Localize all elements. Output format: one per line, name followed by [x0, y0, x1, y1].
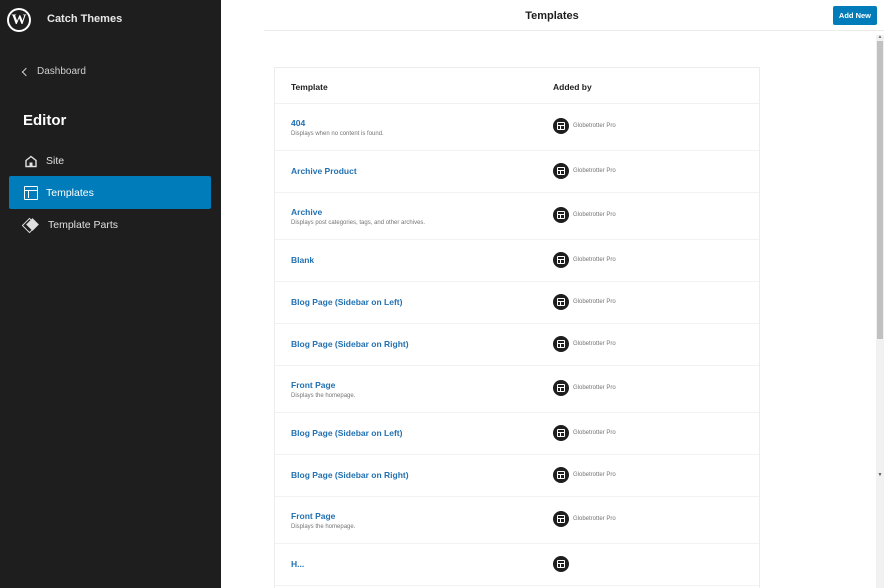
theme-avatar-icon: [553, 336, 569, 352]
theme-avatar-icon: [553, 294, 569, 310]
theme-avatar-icon: [553, 207, 569, 223]
wordpress-logo-icon[interactable]: W: [7, 8, 31, 32]
template-description: Displays when no content is found.: [291, 131, 384, 137]
template-name-link[interactable]: Archive: [291, 207, 322, 217]
home-icon: [25, 155, 37, 167]
table-row: Front Page Displays the homepage. Globetro…: [275, 497, 759, 544]
template-description: Displays post categories, tags, and othe…: [291, 220, 426, 226]
added-by: Globetrotter Pro: [553, 467, 616, 483]
template-name-link[interactable]: Archive Product: [291, 166, 357, 176]
table-row: Blog Page (Sidebar on Right) Globetrotter…: [275, 324, 759, 366]
template-name-link[interactable]: H...: [291, 559, 304, 569]
add-new-button[interactable]: Add New: [832, 6, 877, 25]
author-name: Globetrotter Pro: [573, 299, 616, 305]
site-header: W Catch Themes: [0, 0, 221, 40]
table-row: 404 Displays when no content is found. Glo…: [275, 104, 759, 151]
templates-table: Template Added by 404 Displays when no co…: [274, 67, 760, 588]
author-name: Globetrotter Pro: [573, 212, 616, 218]
theme-avatar-icon: [553, 467, 569, 483]
sidebar-item-templates[interactable]: Templates: [9, 176, 211, 209]
template-name-link[interactable]: 404: [291, 118, 305, 128]
added-by: Globetrotter Pro: [553, 252, 616, 268]
table-row: Front Page Displays the homepage. Globetro…: [275, 366, 759, 413]
theme-avatar-icon: [553, 556, 569, 572]
sidebar-item-label: Site: [46, 154, 65, 167]
added-by: Globetrotter Pro: [553, 163, 616, 179]
author-name: Globetrotter Pro: [573, 472, 616, 478]
scroll-down-arrow-icon[interactable]: ▼: [877, 473, 883, 478]
table-row: Blog Page (Sidebar on Left) Globetrotter …: [275, 282, 759, 324]
table-row: H...: [275, 544, 759, 586]
theme-avatar-icon: [553, 511, 569, 527]
table-body: 404 Displays when no content is found. Glo…: [275, 104, 759, 586]
page-header: Templates: [264, 0, 884, 31]
theme-avatar-icon: [553, 425, 569, 441]
column-header-template: Template: [291, 82, 328, 92]
vertical-scrollbar[interactable]: ▲ ▼: [876, 35, 884, 588]
dashboard-back-link[interactable]: Dashboard: [20, 66, 86, 77]
author-name: Globetrotter Pro: [573, 257, 616, 263]
editor-heading: Editor: [23, 112, 67, 129]
author-name: Globetrotter Pro: [573, 123, 616, 129]
theme-avatar-icon: [553, 118, 569, 134]
template-description: Displays the homepage.: [291, 393, 356, 399]
symbol-filled-icon: [24, 218, 40, 232]
author-name: Globetrotter Pro: [573, 516, 616, 522]
table-row: Archive Displays post categories, tags, a…: [275, 193, 759, 240]
added-by: Globetrotter Pro: [553, 118, 616, 134]
added-by: Globetrotter Pro: [553, 207, 616, 223]
sidebar-item-label: Template Parts: [48, 218, 119, 231]
theme-avatar-icon: [553, 380, 569, 396]
added-by: Globetrotter Pro: [553, 336, 616, 352]
added-by: Globetrotter Pro: [553, 425, 616, 441]
sidebar-item-template-parts[interactable]: Template Parts: [9, 209, 211, 240]
site-title: Catch Themes: [47, 13, 123, 25]
table-row: Blog Page (Sidebar on Left) Globetrotter …: [275, 413, 759, 455]
table-row: Archive Product Globetrotter Pro: [275, 151, 759, 193]
template-description: Displays the homepage.: [291, 524, 356, 530]
template-name-link[interactable]: Front Page: [291, 511, 335, 521]
author-name: Globetrotter Pro: [573, 385, 616, 391]
added-by: [553, 556, 573, 572]
template-name-link[interactable]: Blog Page (Sidebar on Right): [291, 470, 409, 480]
layout-template-icon: [24, 185, 38, 200]
author-name: Globetrotter Pro: [573, 430, 616, 436]
sidebar-nav: Site Templates Template Parts: [9, 145, 211, 240]
sidebar-item-site[interactable]: Site: [9, 145, 211, 176]
added-by: Globetrotter Pro: [553, 511, 616, 527]
table-row: Blank Globetrotter Pro: [275, 240, 759, 282]
dashboard-label: Dashboard: [37, 66, 86, 77]
table-row: Blog Page (Sidebar on Right) Globetrotter…: [275, 455, 759, 497]
theme-avatar-icon: [553, 252, 569, 268]
chevron-left-icon: [21, 67, 31, 76]
template-name-link[interactable]: Front Page: [291, 380, 335, 390]
added-by: Globetrotter Pro: [553, 380, 616, 396]
table-header: Template Added by: [275, 68, 759, 104]
main-content: Templates Add New Template Added by 404 D…: [221, 0, 884, 588]
sidebar: W Catch Themes Dashboard Editor Site Tem…: [0, 0, 221, 588]
site-editor: W Catch Themes Dashboard Editor Site Tem…: [0, 0, 884, 588]
template-name-link[interactable]: Blog Page (Sidebar on Left): [291, 297, 402, 307]
sidebar-item-label: Templates: [46, 186, 94, 199]
page-title: Templates: [525, 10, 579, 22]
column-header-added-by: Added by: [553, 82, 592, 92]
scrollbar-thumb[interactable]: [877, 41, 883, 339]
template-name-link[interactable]: Blog Page (Sidebar on Left): [291, 428, 402, 438]
template-name-link[interactable]: Blog Page (Sidebar on Right): [291, 339, 409, 349]
added-by: Globetrotter Pro: [553, 294, 616, 310]
author-name: Globetrotter Pro: [573, 168, 616, 174]
template-name-link[interactable]: Blank: [291, 255, 314, 265]
theme-avatar-icon: [553, 163, 569, 179]
author-name: Globetrotter Pro: [573, 341, 616, 347]
scroll-up-arrow-icon[interactable]: ▲: [877, 35, 883, 40]
